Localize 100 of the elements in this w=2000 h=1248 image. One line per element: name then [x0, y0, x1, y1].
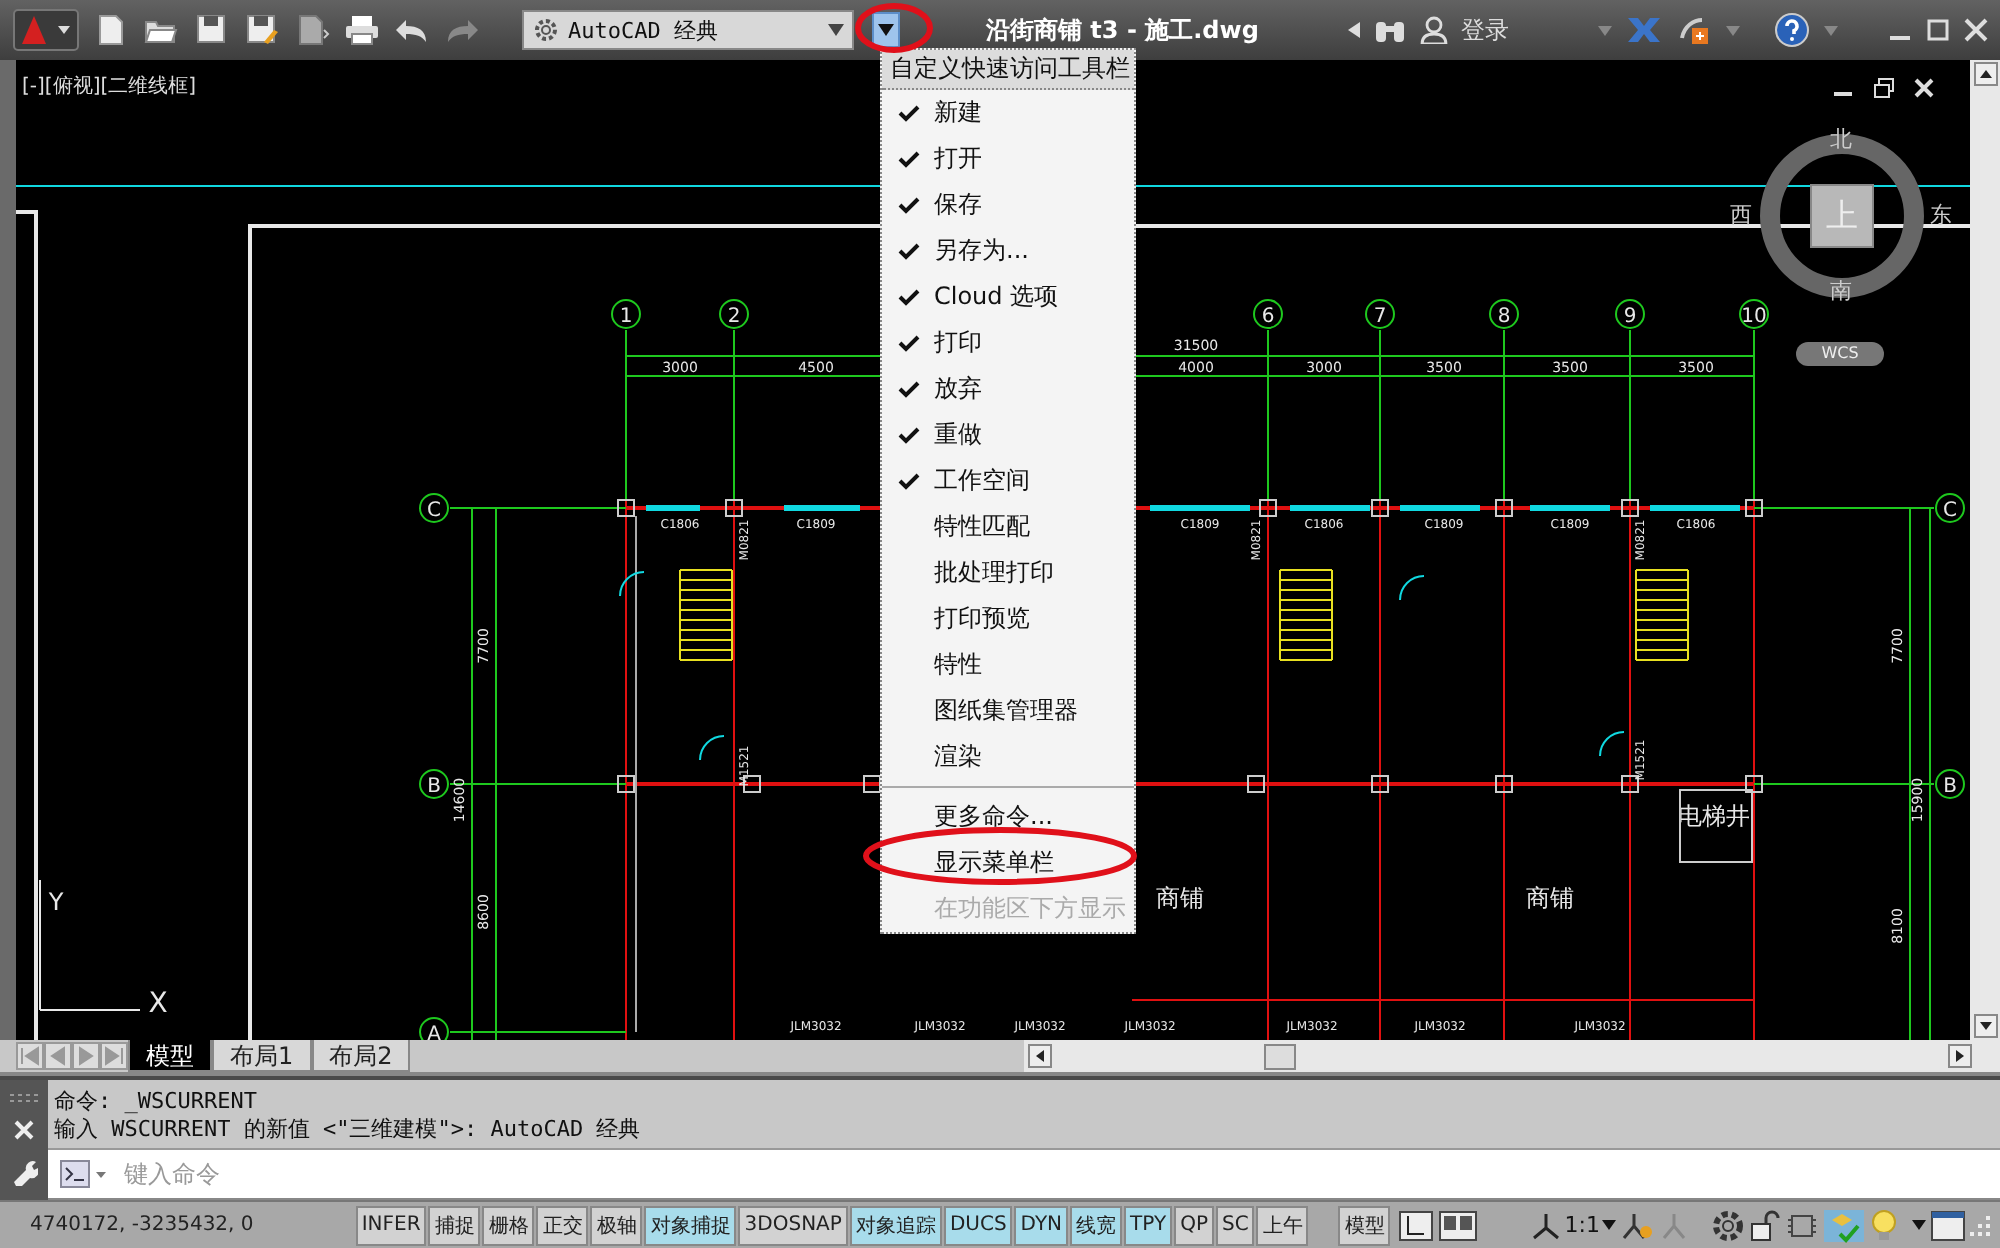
close-icon[interactable] [1964, 18, 1988, 42]
restore-icon[interactable] [1874, 78, 1894, 98]
ucs-menu-button[interactable]: WCS [1796, 342, 1884, 366]
share-icon[interactable] [1676, 14, 1712, 46]
menu-item[interactable]: 图纸集管理器 [882, 688, 1134, 734]
caret-icon[interactable] [1347, 22, 1360, 38]
menu-item[interactable]: 保存 [882, 182, 1134, 228]
command-panel-handle[interactable] [0, 1080, 48, 1200]
check-icon [897, 426, 919, 444]
door-swing-arc [1399, 575, 1425, 601]
menu-item[interactable]: 工作空间 [882, 458, 1134, 504]
scroll-left-icon[interactable] [1028, 1044, 1052, 1068]
annotation-scale-icon[interactable] [1530, 1209, 1563, 1241]
horizontal-scrollbar[interactable] [1024, 1040, 2000, 1072]
scroll-down-icon[interactable] [1973, 1014, 1997, 1038]
caret-icon[interactable] [1602, 1220, 1616, 1230]
padlock-icon[interactable] [1750, 1209, 1782, 1241]
staircase-drawing [679, 569, 733, 661]
print-icon[interactable] [344, 12, 380, 48]
status-toggle[interactable]: TPY [1124, 1205, 1173, 1245]
scroll-right-icon[interactable] [1948, 1044, 1972, 1068]
staircase-drawing [1279, 569, 1333, 661]
menu-item[interactable]: 打开 [882, 136, 1134, 182]
close-icon[interactable] [1914, 78, 1934, 98]
scroll-up-icon[interactable] [1973, 62, 1997, 86]
window-line [1150, 505, 1250, 511]
save-as-icon[interactable] [244, 12, 280, 48]
window-line [1530, 505, 1610, 511]
resize-grip-icon[interactable] [1970, 1215, 1990, 1235]
status-toggle[interactable]: 对象追踪 [849, 1205, 942, 1245]
gear-icon[interactable] [1710, 1207, 1746, 1243]
check-icon [897, 242, 919, 260]
status-toggle[interactable]: DUCS [943, 1205, 1013, 1245]
wrench-icon[interactable] [10, 1157, 38, 1186]
status-toggle[interactable]: 3DOSNAP [738, 1205, 848, 1245]
app-logo-icon[interactable] [12, 8, 80, 52]
menu-item[interactable]: 新建 [882, 90, 1134, 136]
menu-item[interactable]: 重做 [882, 412, 1134, 458]
menu-item[interactable]: 另存为... [882, 228, 1134, 274]
status-toggle[interactable]: 极轴 [590, 1205, 643, 1245]
status-toggle[interactable]: SC [1215, 1205, 1255, 1245]
viewports-icon[interactable] [1438, 1209, 1479, 1241]
command-input[interactable]: 键入命令 [120, 1158, 2000, 1190]
menu-item[interactable]: 打印 [882, 320, 1134, 366]
clean-screen-icon[interactable] [1930, 1209, 1966, 1241]
menu-item[interactable]: 放弃 [882, 366, 1134, 412]
binoculars-icon[interactable] [1373, 16, 1406, 44]
cloud-document-icon[interactable] [294, 12, 330, 48]
menu-item[interactable]: 渲染 [882, 734, 1134, 780]
ucs-axis-label: X [148, 988, 168, 1020]
menu-item[interactable]: 显示菜单栏 [882, 840, 1134, 886]
menu-item[interactable]: 特性匹配 [882, 504, 1134, 550]
scrollbar-thumb[interactable] [1264, 1044, 1296, 1070]
viewport-label[interactable]: [-][俯视][二维线框] [22, 72, 197, 100]
coordinate-readout: 4740172, -3235432, 0 [28, 1214, 256, 1236]
layout-tab[interactable]: 模型 [128, 1040, 212, 1072]
status-toggle[interactable]: 线宽 [1070, 1205, 1123, 1245]
close-icon[interactable] [14, 1119, 34, 1140]
menu-item[interactable]: Cloud 选项 [882, 274, 1134, 320]
status-toggle[interactable]: 捕捉 [428, 1205, 481, 1245]
caret-icon[interactable] [1912, 1220, 1926, 1230]
window-line [646, 505, 700, 511]
column-square [617, 775, 635, 793]
status-toggle[interactable]: 栅格 [482, 1205, 535, 1245]
window-line [784, 505, 860, 511]
status-toggle[interactable]: 对象捕捉 [644, 1205, 737, 1245]
workspace-name: AutoCAD 经典 [568, 15, 720, 45]
user-icon[interactable] [1419, 16, 1448, 44]
check-icon [897, 104, 919, 122]
command-prompt-icon[interactable] [60, 1160, 108, 1188]
column-square [725, 499, 743, 517]
help-icon[interactable] [1774, 12, 1810, 48]
menu-item[interactable]: 特性 [882, 642, 1134, 688]
save-icon[interactable] [194, 12, 230, 48]
menu-item[interactable]: 更多命令... [882, 794, 1134, 840]
status-toggle[interactable]: INFER [355, 1205, 427, 1245]
customize-toolbar-button[interactable] [872, 12, 900, 48]
menu-item[interactable]: 打印预览 [882, 596, 1134, 642]
model-space-button[interactable]: 模型 [1338, 1205, 1391, 1245]
status-toggle[interactable]: 上午 [1256, 1205, 1309, 1245]
status-toggle[interactable]: DYN [1014, 1205, 1069, 1245]
workspace-dropdown[interactable]: AutoCAD 经典 [522, 10, 854, 50]
layout-tab[interactable]: 布局1 [212, 1040, 312, 1072]
maximize-icon[interactable] [1926, 18, 1950, 42]
menu-item[interactable]: 批处理打印 [882, 550, 1134, 596]
sign-in-link[interactable]: 登录 [1461, 13, 1510, 47]
hardware-chip-icon[interactable] [1786, 1209, 1818, 1241]
compass-ring-icon[interactable] [1756, 130, 1928, 302]
command-line-field[interactable]: 键入命令 [48, 1150, 2000, 1200]
layout-icon[interactable] [1398, 1209, 1435, 1241]
annotation-visibility-icon[interactable] [1620, 1209, 1656, 1241]
grip-icon[interactable] [10, 1094, 38, 1103]
layout-tab[interactable]: 布局2 [311, 1040, 411, 1072]
status-toggle[interactable]: QP [1174, 1205, 1214, 1245]
status-toggle[interactable]: 正交 [536, 1205, 589, 1245]
annotation-scale[interactable]: 1:1 [1564, 1212, 1600, 1238]
vertical-scrollbar[interactable] [1970, 60, 2000, 1040]
axis-bubble: 9 [1615, 299, 1645, 329]
column-square [1495, 775, 1513, 793]
column-square [863, 775, 881, 793]
